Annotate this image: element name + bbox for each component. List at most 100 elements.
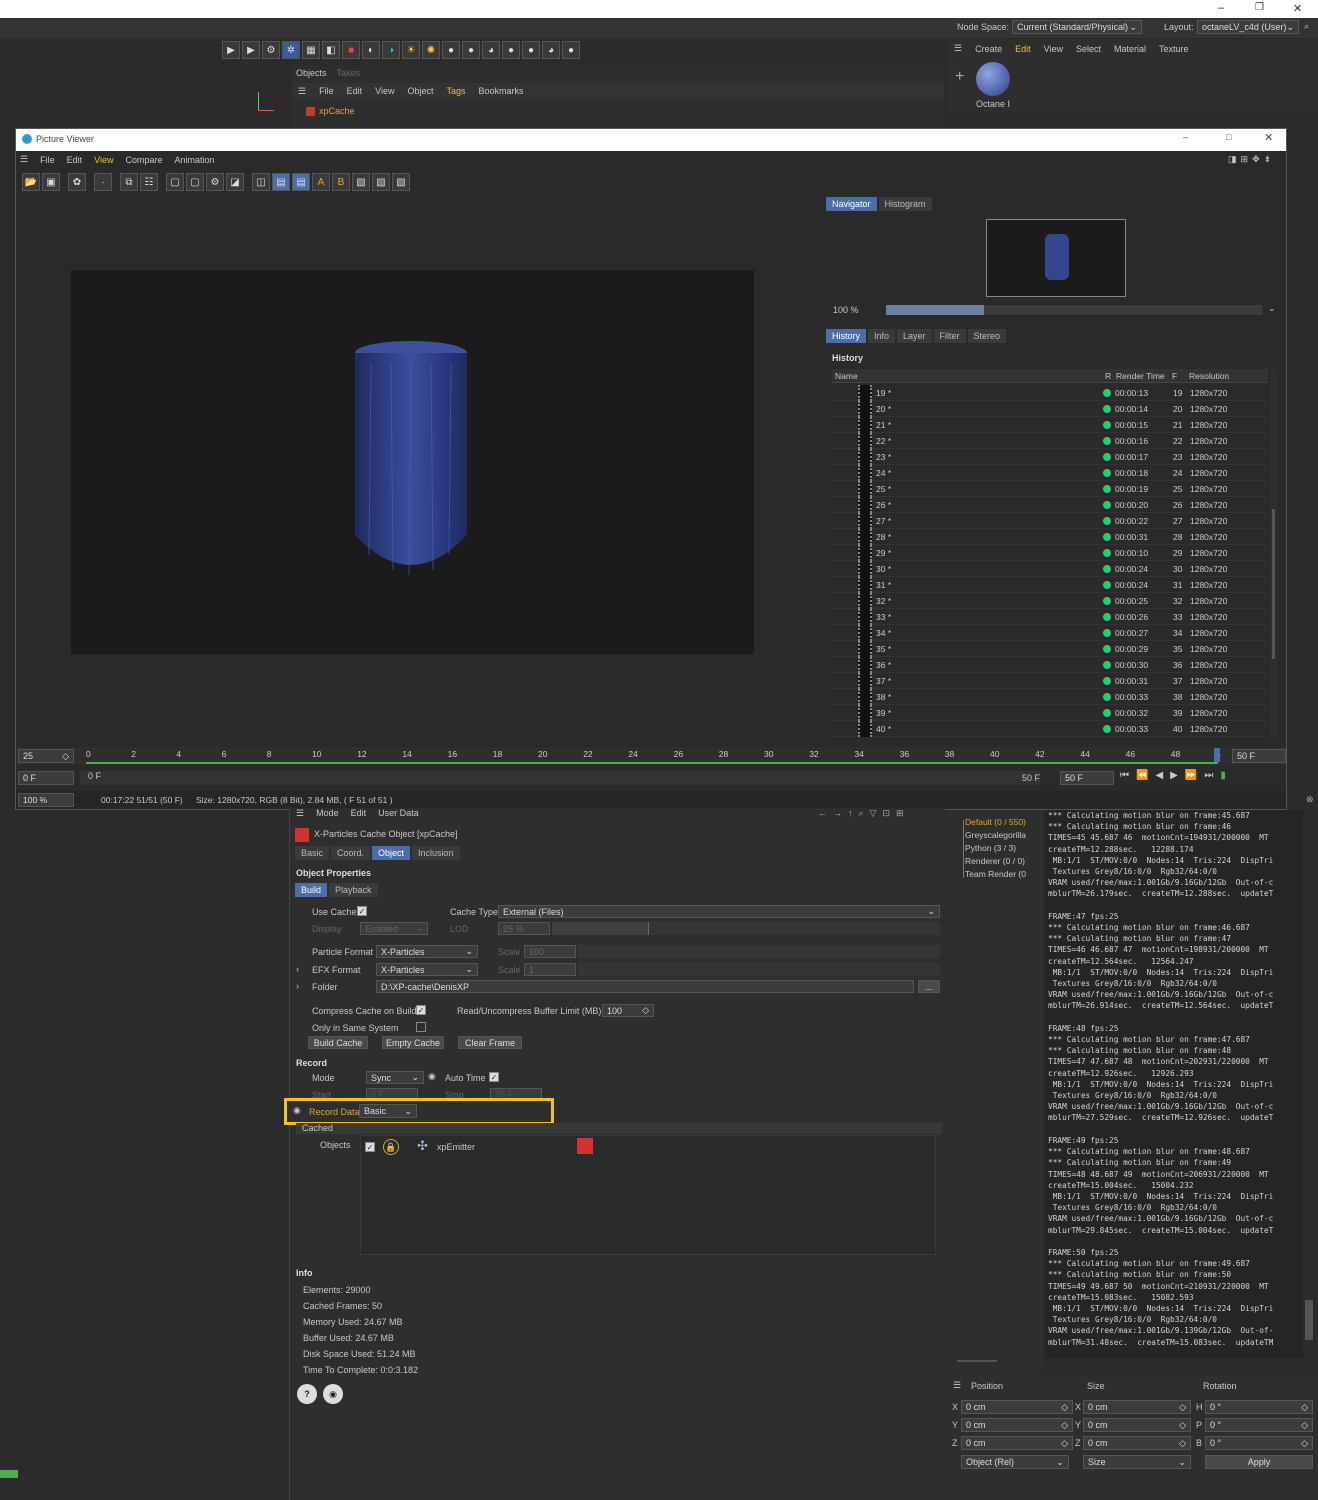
navigator-thumbnail[interactable] — [986, 219, 1126, 297]
expand-arrow-icon[interactable]: › — [296, 981, 299, 991]
sphere7-icon[interactable]: ● — [562, 41, 580, 59]
position-field[interactable]: 0 cm ◇ — [961, 1418, 1073, 1432]
hamburger-icon[interactable]: ☰ — [298, 86, 306, 97]
hamburger-icon[interactable]: ☰ — [954, 43, 962, 54]
prev-key-icon[interactable]: ⏪ — [1136, 770, 1148, 781]
folder-field[interactable]: D:\XP-cache\DenisXP — [376, 980, 914, 993]
apply-button[interactable]: Apply — [1205, 1455, 1313, 1469]
chevron-down-icon[interactable]: ⌄ — [1268, 303, 1276, 314]
sphere1-icon[interactable]: ● — [442, 41, 460, 59]
frame2-icon[interactable]: ▢ — [186, 173, 204, 191]
tab-objects[interactable]: Objects — [296, 68, 327, 78]
sphere3-icon[interactable]: ◕ — [482, 41, 500, 59]
node-space-select[interactable]: Current (Standard/Physical) ⌄ — [1012, 20, 1142, 34]
add-material-icon[interactable]: + — [955, 68, 964, 86]
tab-basic[interactable]: Basic — [295, 846, 330, 860]
tab-layer[interactable]: Layer — [897, 329, 932, 343]
fps-field[interactable]: 25 ◇ — [18, 749, 74, 763]
up-icon[interactable]: ↑ — [848, 808, 853, 819]
history-row[interactable]: 25 * 00:00:19 25 1280x720 — [832, 480, 1268, 497]
stack-icon[interactable]: ☷ — [140, 173, 158, 191]
scale-field-2[interactable]: 1 — [524, 963, 576, 976]
timeline-ruler[interactable]: 25 ◇ 0 2 4 6 8 10 12 14 16 18 20 22 24 26 28 30 32 34 36 38 4… — [16, 747, 1286, 765]
tab-histogram[interactable]: Histogram — [878, 197, 932, 211]
lock-icon[interactable]: 🔒 — [383, 1139, 399, 1155]
save-icon[interactable]: ▣ — [42, 173, 60, 191]
hamburger-icon[interactable]: ☰ — [296, 808, 304, 819]
compress-checkbox[interactable]: ✓ — [416, 1005, 426, 1015]
export-icon[interactable]: ✿ — [68, 173, 86, 191]
animate-dot-icon[interactable]: ◉ — [428, 1071, 436, 1082]
scale-slider-2[interactable] — [578, 963, 940, 976]
rotation-field[interactable]: 0 ° ◇ — [1205, 1436, 1313, 1450]
history-row[interactable]: 28 * 00:00:31 28 1280x720 — [832, 528, 1268, 545]
col-render-time[interactable]: Render Time — [1116, 371, 1165, 381]
history-row[interactable]: 39 * 00:00:32 39 1280x720 — [832, 704, 1268, 721]
tab-filter[interactable]: Filter — [933, 329, 966, 343]
efx-format-select[interactable]: X-Particles ⌄ — [376, 963, 478, 976]
sphere5-icon[interactable]: ● — [522, 41, 540, 59]
nav-zoom-slider[interactable] — [886, 305, 1262, 315]
history-row[interactable]: 40 * 00:00:33 40 1280x720 — [832, 720, 1268, 737]
history-row[interactable]: 20 * 00:00:14 20 1280x720 — [832, 400, 1268, 417]
sphere4-icon[interactable]: ● — [502, 41, 520, 59]
frame1-icon[interactable]: ▢ — [166, 173, 184, 191]
search-icon[interactable]: ⌕ — [1304, 21, 1309, 32]
folder-browse-button[interactable]: ... — [918, 980, 940, 993]
console-close-icon[interactable]: ⊗ — [1306, 794, 1314, 805]
pv-menu-edit[interactable]: Edit — [67, 155, 83, 165]
size-field[interactable]: 0 cm ◇ — [1083, 1436, 1191, 1450]
col-name[interactable]: Name — [835, 371, 858, 381]
tab-inclusion[interactable]: Inclusion — [412, 846, 460, 860]
render-view-icon[interactable]: ▶ — [242, 41, 260, 59]
pin-icon[interactable]: ⇟ — [1264, 154, 1272, 165]
help-icon[interactable]: ? — [297, 1384, 317, 1404]
open-icon[interactable]: 📂 — [22, 173, 40, 191]
search-icon[interactable]: ⌕ — [859, 808, 864, 819]
cached-objects-list[interactable]: ✓ 🔒 ✣ xpEmitter — [360, 1135, 936, 1255]
loop-end-field[interactable]: 50 F — [1060, 771, 1114, 785]
frame3-icon[interactable]: ⚙ — [206, 173, 224, 191]
misc1-icon[interactable]: ▧ — [352, 173, 370, 191]
hamburger-icon[interactable]: ☰ — [20, 154, 28, 165]
light-icon[interactable]: ◐ — [362, 41, 380, 59]
cube-icon[interactable]: ◧ — [322, 41, 340, 59]
playhead[interactable] — [1214, 748, 1220, 762]
first-frame-icon[interactable]: ⏮ — [1120, 770, 1129, 781]
camera-icon[interactable]: ■ — [342, 41, 360, 59]
copy-icon[interactable]: ⧉ — [120, 173, 138, 191]
history-row[interactable]: 29 * 00:00:10 29 1280x720 — [832, 544, 1268, 561]
scale-field-1[interactable]: 100 — [524, 945, 576, 958]
mat-menu-material[interactable]: Material — [1114, 44, 1146, 54]
render-settings-icon[interactable]: ⚙ — [262, 41, 280, 59]
clear-frame-button[interactable]: Clear Frame — [458, 1036, 522, 1049]
particle-format-select[interactable]: X-Particles ⌄ — [376, 945, 478, 958]
tab-history[interactable]: History — [826, 329, 867, 343]
sphere6-icon[interactable]: ◕ — [542, 41, 560, 59]
history-row[interactable]: 21 * 00:00:15 21 1280x720 — [832, 416, 1268, 433]
history-row[interactable]: 27 * 00:00:22 27 1280x720 — [832, 512, 1268, 529]
mat-menu-view[interactable]: View — [1044, 44, 1063, 54]
mat-menu-select[interactable]: Select — [1076, 44, 1101, 54]
last-frame-icon[interactable]: ⏭ — [1204, 770, 1213, 781]
lod-slider[interactable] — [552, 922, 940, 935]
takes-scrollbar[interactable] — [957, 1360, 997, 1362]
prev-frame-icon[interactable]: ◀ — [1155, 770, 1163, 781]
expand-arrow-icon[interactable]: › — [296, 964, 299, 974]
minimize-icon[interactable]: – — [1218, 2, 1224, 14]
col-resolution[interactable]: Resolution — [1189, 371, 1229, 381]
menu-object[interactable]: Object — [407, 86, 433, 96]
history-row[interactable]: 31 * 00:00:24 31 1280x720 — [832, 576, 1268, 593]
panel-icon[interactable]: ◨ — [1228, 154, 1237, 165]
size-mode-select[interactable]: Size ⌄ — [1083, 1455, 1191, 1469]
blank-icon[interactable]: · — [94, 173, 112, 191]
menu-file[interactable]: File — [319, 86, 334, 96]
loop-icon[interactable]: ▮ — [1220, 770, 1226, 781]
nav-zoom-field[interactable]: 100 % — [830, 303, 882, 317]
compare-icon[interactable]: ◫ — [252, 173, 270, 191]
new-icon[interactable]: ⊞ — [896, 808, 904, 819]
tab-object[interactable]: Object — [372, 846, 411, 860]
status-zoom-field[interactable]: 100 % — [18, 793, 74, 807]
play-icon[interactable]: ▶ — [1170, 770, 1178, 781]
pv-menu-file[interactable]: File — [40, 155, 55, 165]
